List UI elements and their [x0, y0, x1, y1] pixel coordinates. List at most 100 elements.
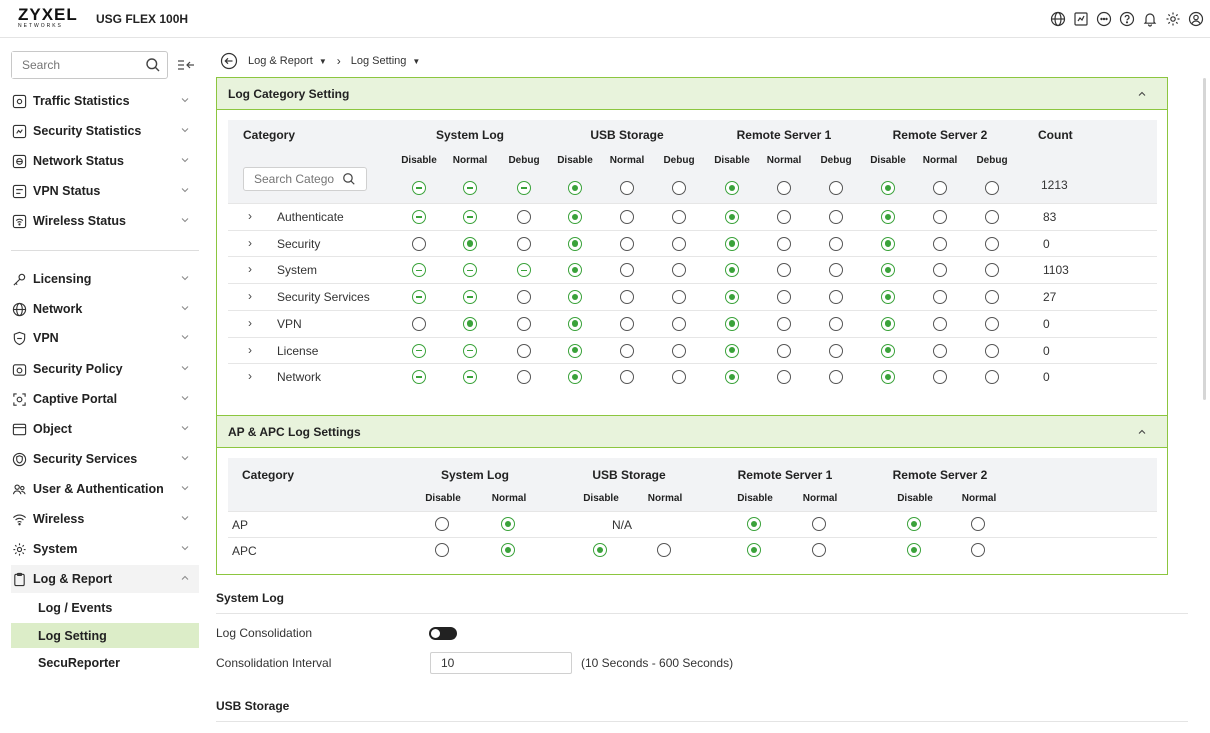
log-level-radio[interactable]: [812, 543, 826, 557]
log-level-radio[interactable]: [985, 316, 999, 331]
log-level-radio[interactable]: [672, 343, 686, 358]
log-level-radio[interactable]: [657, 543, 671, 557]
sidebar-item-security-policy[interactable]: Security Policy: [11, 355, 199, 383]
help-icon[interactable]: [1118, 10, 1135, 27]
log-level-radio[interactable]: [777, 210, 791, 224]
breadcrumb-log-report[interactable]: Log & Report: [248, 55, 313, 67]
log-level-radio[interactable]: [501, 543, 515, 557]
log-level-radio[interactable]: [463, 210, 477, 224]
log-level-radio[interactable]: [725, 316, 739, 331]
log-level-radio[interactable]: [933, 290, 947, 305]
log-level-radio[interactable]: [829, 290, 843, 305]
log-level-radio[interactable]: [412, 343, 426, 358]
log-consolidation-toggle[interactable]: [429, 627, 457, 640]
sidebar-item-vpn-status[interactable]: VPN Status: [11, 177, 199, 205]
collapse-panel-icon[interactable]: [1137, 427, 1147, 437]
log-level-radio[interactable]: [568, 290, 582, 305]
sidebar-item-vpn[interactable]: VPN: [11, 324, 199, 352]
consolidation-interval-field[interactable]: [430, 652, 572, 674]
search-icon[interactable]: [145, 57, 161, 73]
log-level-radio[interactable]: [620, 290, 634, 305]
log-level-radio[interactable]: [412, 210, 426, 224]
log-level-radio[interactable]: [501, 517, 515, 531]
log-level-radio[interactable]: [881, 210, 895, 224]
sidebar-search-input[interactable]: [12, 52, 132, 78]
log-level-radio[interactable]: [463, 236, 477, 251]
all-category-radio[interactable]: [881, 181, 895, 195]
expand-row-icon[interactable]: ›: [248, 289, 252, 303]
log-level-radio[interactable]: [435, 543, 449, 557]
log-level-radio[interactable]: [985, 236, 999, 251]
log-level-radio[interactable]: [881, 236, 895, 251]
log-level-radio[interactable]: [725, 290, 739, 305]
all-category-radio[interactable]: [777, 181, 791, 195]
log-level-radio[interactable]: [907, 517, 921, 531]
log-level-radio[interactable]: [517, 343, 531, 358]
expand-row-icon[interactable]: ›: [248, 209, 252, 223]
log-level-radio[interactable]: [747, 543, 761, 557]
sidebar-item-object[interactable]: Object: [11, 415, 199, 443]
log-level-radio[interactable]: [881, 290, 895, 305]
log-level-radio[interactable]: [620, 236, 634, 251]
log-level-radio[interactable]: [907, 543, 921, 557]
user-icon[interactable]: [1187, 10, 1204, 27]
log-level-radio[interactable]: [463, 316, 477, 331]
expand-row-icon[interactable]: ›: [248, 343, 252, 357]
log-level-radio[interactable]: [777, 343, 791, 358]
log-level-radio[interactable]: [620, 210, 634, 224]
log-level-radio[interactable]: [517, 290, 531, 305]
log-level-radio[interactable]: [412, 290, 426, 305]
log-level-radio[interactable]: [593, 543, 607, 557]
expand-row-icon[interactable]: ›: [248, 236, 252, 250]
expand-row-icon[interactable]: ›: [248, 316, 252, 330]
log-level-radio[interactable]: [933, 316, 947, 331]
log-level-radio[interactable]: [971, 517, 985, 531]
log-level-radio[interactable]: [620, 316, 634, 331]
log-level-radio[interactable]: [777, 316, 791, 331]
log-category-panel-header[interactable]: Log Category Setting: [217, 78, 1167, 110]
breadcrumb-log-setting[interactable]: Log Setting: [351, 55, 407, 67]
log-level-radio[interactable]: [985, 290, 999, 305]
all-category-radio[interactable]: [463, 181, 477, 195]
terminal-icon[interactable]: [1072, 10, 1089, 27]
log-level-radio[interactable]: [672, 290, 686, 305]
log-level-radio[interactable]: [812, 517, 826, 531]
caret-down-icon[interactable]: ▼: [412, 57, 420, 66]
log-level-radio[interactable]: [463, 343, 477, 358]
sidebar-subitem-secureporter[interactable]: SecuReporter: [11, 650, 199, 675]
log-level-radio[interactable]: [881, 343, 895, 358]
log-level-radio[interactable]: [672, 236, 686, 251]
sidebar-item-traffic-statistics[interactable]: Traffic Statistics: [11, 87, 199, 115]
log-level-radio[interactable]: [568, 316, 582, 331]
log-level-radio[interactable]: [777, 236, 791, 251]
log-level-radio[interactable]: [568, 236, 582, 251]
consolidation-interval-input[interactable]: [431, 653, 561, 673]
all-category-radio[interactable]: [568, 181, 582, 195]
sidebar-item-security-services[interactable]: Security Services: [11, 445, 199, 473]
chat-icon[interactable]: [1095, 10, 1112, 27]
ap-log-panel-header[interactable]: AP & APC Log Settings: [217, 416, 1167, 448]
log-level-radio[interactable]: [985, 210, 999, 224]
sidebar-item-wireless-status[interactable]: Wireless Status: [11, 207, 199, 235]
log-level-radio[interactable]: [829, 210, 843, 224]
log-level-radio[interactable]: [725, 343, 739, 358]
log-level-radio[interactable]: [971, 543, 985, 557]
all-category-radio[interactable]: [517, 181, 531, 195]
all-category-radio[interactable]: [725, 181, 739, 195]
sidebar-item-security-statistics[interactable]: Security Statistics: [11, 117, 199, 145]
log-level-radio[interactable]: [568, 343, 582, 358]
log-level-radio[interactable]: [517, 236, 531, 251]
all-category-radio[interactable]: [620, 181, 634, 195]
log-level-radio[interactable]: [568, 210, 582, 224]
collapse-sidebar-icon[interactable]: [176, 56, 196, 74]
sidebar-item-captive-portal[interactable]: Captive Portal: [11, 385, 199, 413]
log-level-radio[interactable]: [933, 210, 947, 224]
all-category-radio[interactable]: [829, 181, 843, 195]
sidebar-item-licensing[interactable]: Licensing: [11, 265, 199, 293]
log-level-radio[interactable]: [435, 517, 449, 531]
all-category-radio[interactable]: [933, 181, 947, 195]
expand-row-icon[interactable]: ›: [248, 262, 252, 276]
all-category-radio[interactable]: [672, 181, 686, 195]
expand-row-icon[interactable]: ›: [248, 369, 252, 383]
caret-down-icon[interactable]: ▼: [319, 57, 327, 66]
